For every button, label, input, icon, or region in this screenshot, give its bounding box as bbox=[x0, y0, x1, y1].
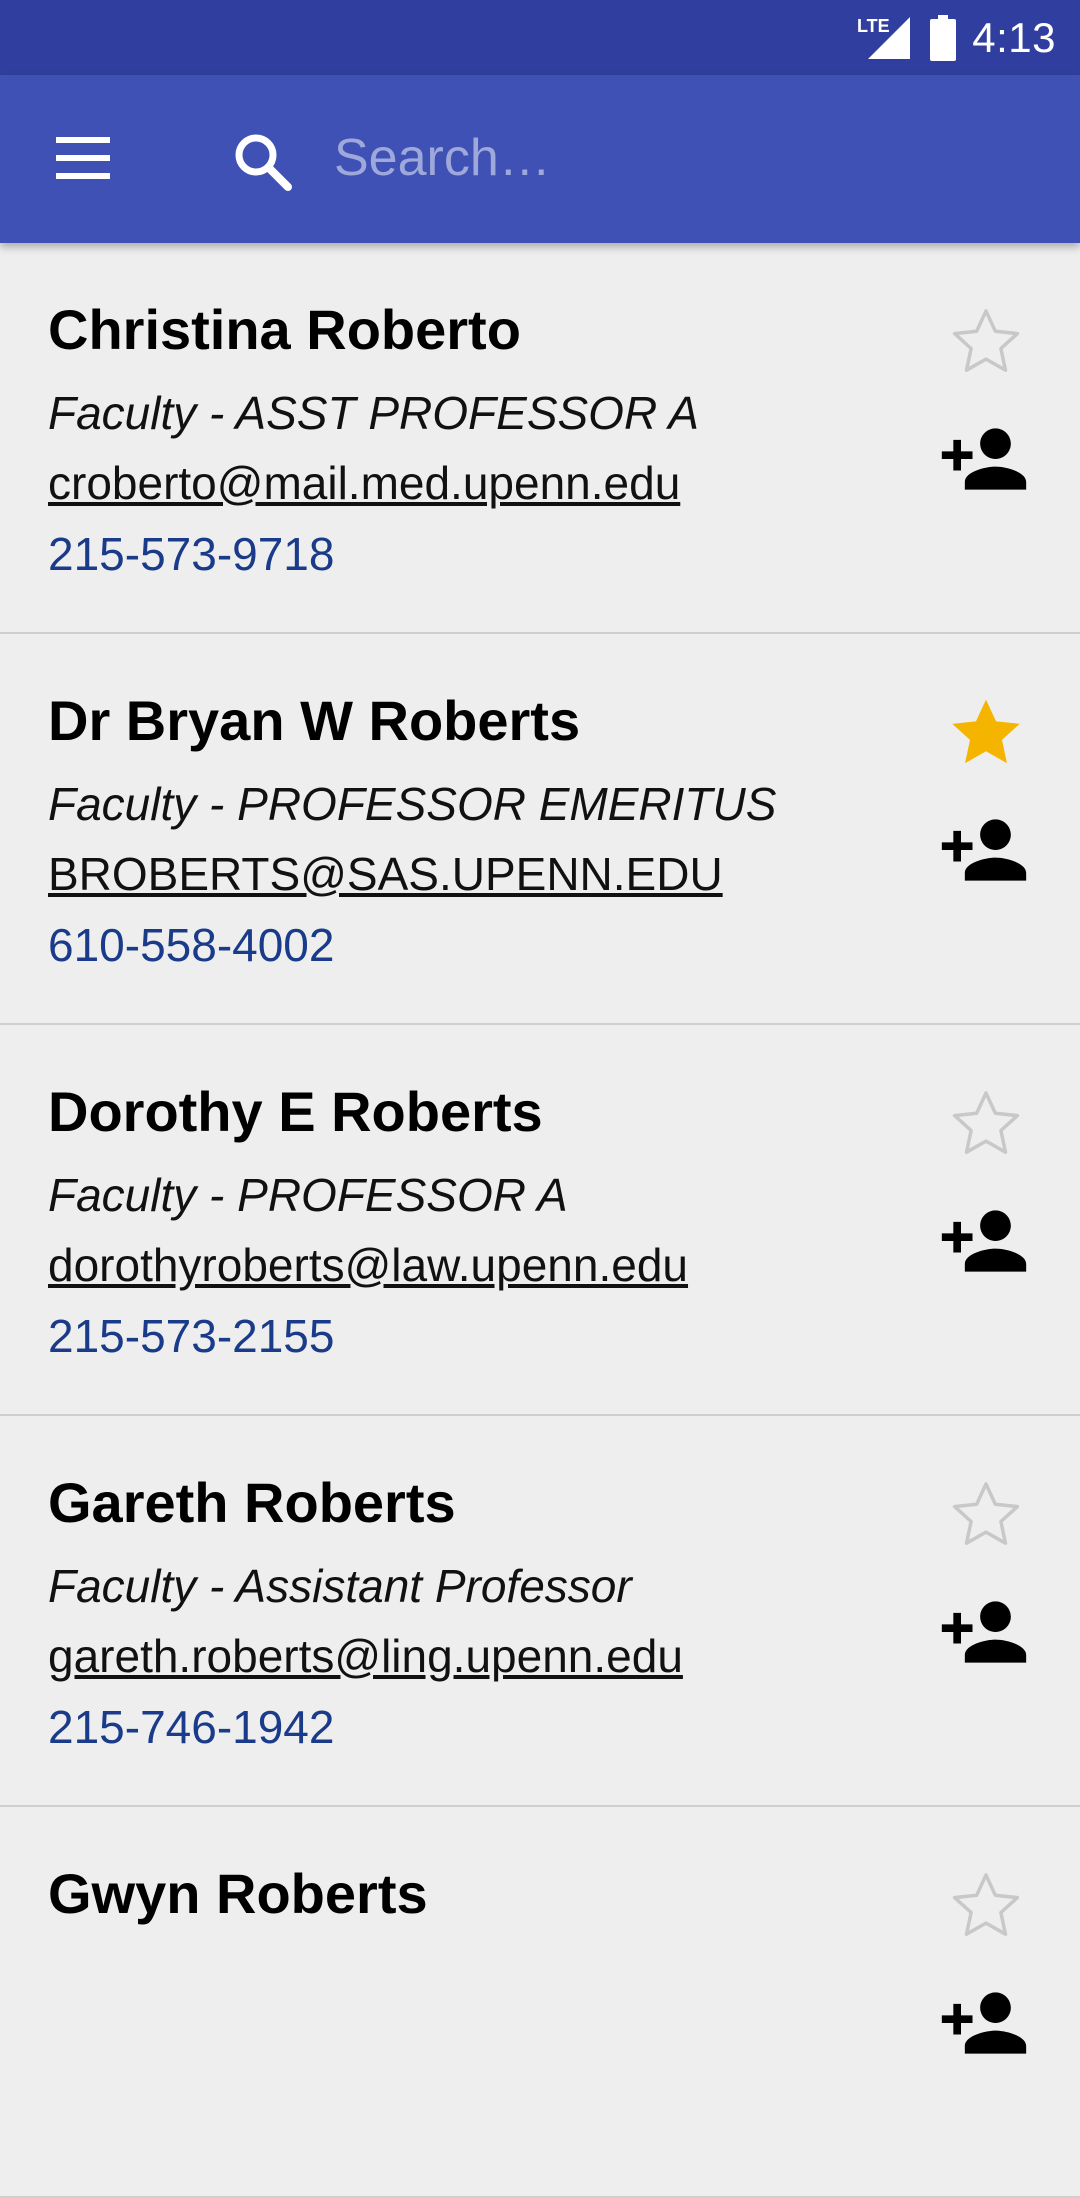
person-card[interactable]: Gwyn Roberts bbox=[0, 1807, 1080, 2198]
person-name: Dorothy E Roberts bbox=[48, 1080, 543, 1143]
favorite-star-icon[interactable] bbox=[948, 305, 1024, 381]
search-icon bbox=[235, 134, 292, 191]
person-email-link[interactable]: croberto@mail.med.upenn.edu bbox=[48, 456, 680, 510]
person-phone-link[interactable]: 215-573-2155 bbox=[48, 1309, 334, 1363]
person-card[interactable]: Dr Bryan W Roberts Faculty - PROFESSOR EM… bbox=[0, 634, 1080, 1025]
person-card[interactable]: Gareth Roberts Faculty - Assistant Profes… bbox=[0, 1416, 1080, 1807]
person-name: Christina Roberto bbox=[48, 298, 521, 361]
person-title: Faculty - ASST PROFESSOR A bbox=[48, 387, 699, 439]
add-contact-icon[interactable] bbox=[938, 1195, 1030, 1287]
person-title: Faculty - PROFESSOR A bbox=[48, 1169, 568, 1221]
add-contact-icon[interactable] bbox=[938, 1977, 1030, 2069]
person-email-link[interactable]: BROBERTS@SAS.UPENN.EDU bbox=[48, 847, 723, 901]
add-contact-icon[interactable] bbox=[938, 1586, 1030, 1678]
favorite-star-icon[interactable] bbox=[948, 1478, 1024, 1554]
status-icons: LTE 4:13 bbox=[856, 0, 1056, 75]
person-title: Faculty - PROFESSOR EMERITUS bbox=[48, 778, 777, 830]
person-email-link[interactable]: dorothyroberts@law.upenn.edu bbox=[48, 1238, 688, 1292]
person-phone-link[interactable]: 215-746-1942 bbox=[48, 1700, 334, 1754]
signal-icon: LTE bbox=[857, 16, 911, 59]
search-input[interactable] bbox=[334, 117, 1034, 199]
app-bar bbox=[0, 75, 1080, 243]
person-name: Gareth Roberts bbox=[48, 1471, 456, 1534]
network-type-label: LTE bbox=[857, 16, 890, 36]
person-phone-link[interactable]: 610-558-4002 bbox=[48, 918, 334, 972]
add-contact-icon[interactable] bbox=[938, 804, 1030, 896]
person-name: Dr Bryan W Roberts bbox=[48, 689, 581, 752]
favorite-star-icon[interactable] bbox=[948, 1087, 1024, 1163]
person-card[interactable]: Christina Roberto Faculty - ASST PROFESSO… bbox=[0, 243, 1080, 634]
add-contact-icon[interactable] bbox=[938, 413, 1030, 505]
favorite-star-icon[interactable] bbox=[948, 1869, 1024, 1945]
person-name: Gwyn Roberts bbox=[48, 1862, 428, 1925]
status-time: 4:13 bbox=[972, 13, 1056, 61]
person-card[interactable]: Dorothy E Roberts Faculty - PROFESSOR A do… bbox=[0, 1025, 1080, 1416]
menu-icon[interactable] bbox=[52, 135, 114, 181]
favorite-star-icon[interactable] bbox=[948, 696, 1024, 772]
person-title: Faculty - Assistant Professor bbox=[48, 1560, 632, 1612]
person-email-link[interactable]: gareth.roberts@ling.upenn.edu bbox=[48, 1629, 683, 1683]
status-bar: LTE 4:13 bbox=[0, 0, 1080, 75]
results-list: Christina Roberto Faculty - ASST PROFESSO… bbox=[0, 243, 1080, 2198]
battery-icon bbox=[930, 14, 957, 61]
person-phone-link[interactable]: 215-573-9718 bbox=[48, 527, 334, 581]
